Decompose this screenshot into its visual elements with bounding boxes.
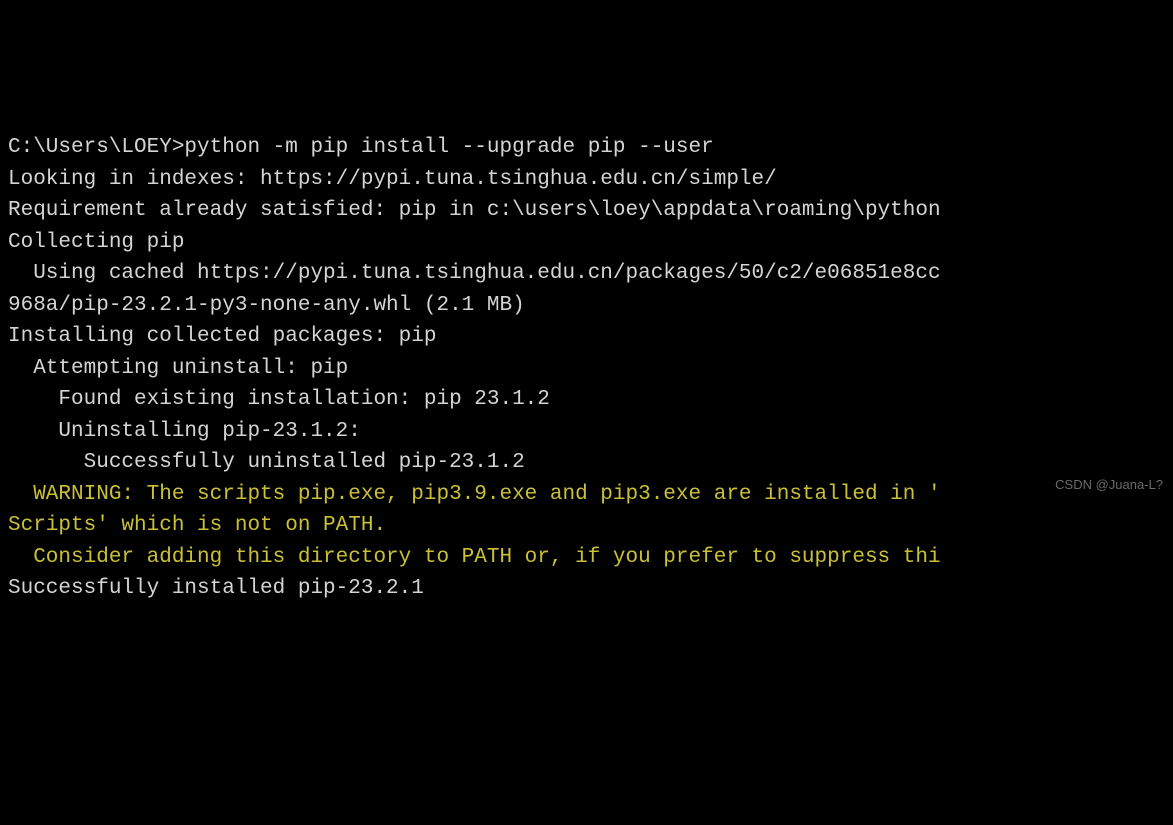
terminal-line: Uninstalling pip-23.1.2: xyxy=(8,416,1165,448)
terminal-line: Installing collected packages: pip xyxy=(8,321,1165,353)
terminal-output[interactable]: C:\Users\LOEY>python -m pip install --up… xyxy=(8,132,1165,605)
terminal-line: Successfully uninstalled pip-23.1.2 xyxy=(8,447,1165,479)
terminal-line: Requirement already satisfied: pip in c:… xyxy=(8,195,1165,227)
terminal-line: Attempting uninstall: pip xyxy=(8,353,1165,385)
terminal-line: 968a/pip-23.2.1-py3-none-any.whl (2.1 MB… xyxy=(8,290,1165,322)
terminal-line: Scripts' which is not on PATH. xyxy=(8,510,1165,542)
terminal-line: WARNING: The scripts pip.exe, pip3.9.exe… xyxy=(8,479,1165,511)
terminal-line: Collecting pip xyxy=(8,227,1165,259)
terminal-line: Looking in indexes: https://pypi.tuna.ts… xyxy=(8,164,1165,196)
terminal-line: C:\Users\LOEY>python -m pip install --up… xyxy=(8,132,1165,164)
watermark-text: CSDN @Juana-L? xyxy=(1055,475,1163,495)
terminal-line: Successfully installed pip-23.2.1 xyxy=(8,573,1165,605)
terminal-line: Found existing installation: pip 23.1.2 xyxy=(8,384,1165,416)
terminal-line: Using cached https://pypi.tuna.tsinghua.… xyxy=(8,258,1165,290)
terminal-line: Consider adding this directory to PATH o… xyxy=(8,542,1165,574)
